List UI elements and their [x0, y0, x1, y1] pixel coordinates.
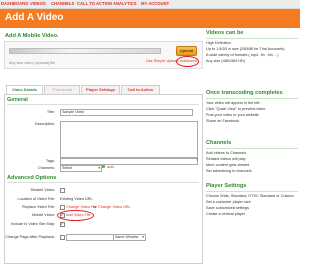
sidebar-item: Your video will appear in the left. [206, 101, 261, 105]
channels-label: Channels: [37, 166, 55, 170]
replace-video-checkbox[interactable] [60, 205, 65, 210]
site-map-label: Include in Video Site Map: [10, 222, 55, 226]
sidebar-item: Choose Wide, Standard, HTSC Standard or … [206, 194, 294, 198]
player-settings-heading: Player Settings [206, 183, 247, 189]
change-video-url-link[interactable]: Change Video URL [98, 205, 131, 209]
sidebar-item: Up to 1.5GB in size (250MB for Trial Acc… [206, 47, 285, 51]
simple-upload-link[interactable]: Use Simple Upload [146, 59, 179, 63]
nav-channels[interactable]: CHANNELS [51, 1, 74, 6]
disable-video-checkbox[interactable] [60, 188, 65, 193]
mobile-video-highlight-circle [57, 210, 94, 221]
title-label: Title: [46, 110, 55, 114]
upload-heading: Add A Mobile Video. [5, 33, 59, 39]
sidebar-divider [206, 98, 298, 99]
sidebar-item: Set a customer player size [206, 200, 251, 204]
sidebar-item: Save customized settings [206, 206, 250, 210]
add-channel-link[interactable]: Add [107, 165, 114, 169]
tab-call-to-action[interactable]: Call to Action [121, 85, 160, 94]
upload-button[interactable]: Upload [176, 46, 197, 56]
location-value: Existing Video URL [60, 197, 93, 201]
sidebar-item: Click "Quick View" to preview video [206, 107, 266, 111]
sidebar-item: More content gets viewed [206, 163, 250, 167]
tags-input[interactable] [60, 158, 198, 165]
chevron-down-icon: ▾ [142, 235, 144, 239]
general-heading: General [7, 97, 28, 103]
chevron-down-icon: ▾ [98, 166, 100, 170]
nav-dashboard[interactable]: DASHBOARD [1, 1, 28, 6]
window-select[interactable]: Same Window ▾ [113, 234, 146, 241]
page-title: Add A Video [5, 12, 64, 23]
tab-thumbnail[interactable]: Thumbnail [44, 85, 80, 94]
channels-heading: Channels [206, 140, 232, 146]
nav-videos[interactable]: VIDEOS [30, 1, 46, 6]
top-nav: DASHBOARD VIDEOS CHANNELS CALL TO ACTION… [0, 0, 300, 9]
add-icon[interactable] [102, 165, 105, 168]
channels-select[interactable]: Select ▾ [60, 165, 102, 172]
sidebar-item: Post your video to your website [206, 113, 259, 117]
sidebar-divider [206, 38, 298, 39]
file-path-field[interactable] [9, 48, 161, 54]
site-map-checkbox[interactable] [60, 221, 65, 227]
sidebar-divider [206, 191, 298, 192]
sidebar-item: Set advertising to channels [206, 169, 252, 173]
sidebar-item: High Definition [206, 41, 231, 45]
mobile-video-label: Mobile Video: [32, 213, 55, 217]
nav-call-to-action[interactable]: CALL TO ACTION [77, 1, 112, 6]
description-textarea[interactable] [60, 121, 198, 158]
disable-video-label: Disable Video: [30, 188, 55, 192]
tags-label: Tags: [45, 159, 55, 163]
general-divider [7, 104, 199, 105]
window-select-value: Same Window [115, 235, 139, 239]
advanced-highlight-circle [176, 56, 199, 67]
advanced-heading: Advanced Options [7, 175, 57, 181]
replace-video-label: Replace Video File: [22, 205, 55, 209]
title-input[interactable]: Sample Video [60, 109, 193, 116]
sidebar-item: Any size (480x360 HD) [206, 59, 246, 63]
sidebar-item: Create a vertical player [206, 212, 246, 216]
channels-select-value: Select [62, 166, 72, 170]
tab-player-settings[interactable]: Player Settings [81, 85, 120, 94]
description-label: Description: [34, 122, 55, 126]
tags-help-icon[interactable]: ? [196, 157, 198, 162]
videos-can-be-heading: Videos can be [206, 30, 244, 36]
transcoding-heading: Once transcoding completes [206, 90, 283, 96]
sidebar-divider [206, 148, 298, 149]
sidebar-item: Related videos will play [206, 157, 246, 161]
sidebar-item: Share on Facebook [206, 119, 240, 123]
nav-my-account[interactable]: MY ACCOUNT [141, 1, 169, 6]
page-after-playback-url[interactable] [66, 234, 114, 241]
allowed-files-note: Any size video (Upload) file [9, 61, 56, 65]
page-title-bar: Add A Video [0, 9, 300, 28]
sidebar-item: A wide variety of formats (.mp4, .flv, .… [206, 53, 279, 57]
page-after-playback-label: Change Page After Playback: [5, 235, 55, 239]
advanced-divider [7, 182, 199, 183]
nav-analytics[interactable]: ANALYTICS [113, 1, 137, 6]
video-details-form: General Title: Sample Video Description:… [4, 94, 203, 264]
location-label: Location of Video File: [17, 197, 55, 201]
tab-video-details[interactable]: Video Details [6, 85, 43, 94]
or-text: or [93, 205, 97, 209]
sidebar-item: Add videos to Channels [206, 151, 247, 155]
page-after-playback-checkbox[interactable] [60, 235, 65, 240]
